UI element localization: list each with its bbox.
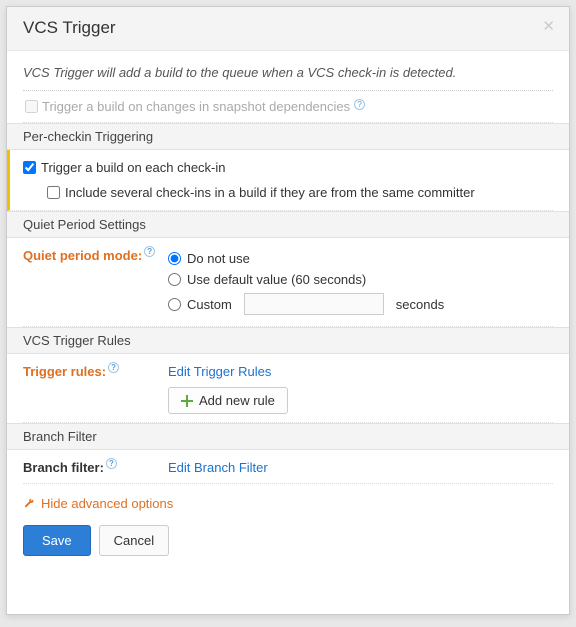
quiet-custom-label: Custom	[187, 297, 232, 312]
build-each-checkin-row: Trigger a build on each check-in	[23, 158, 553, 177]
edit-trigger-rules-link[interactable]: Edit Trigger Rules	[168, 364, 271, 379]
quiet-custom-radio[interactable]	[168, 298, 181, 311]
build-each-checkin-checkbox[interactable]	[23, 161, 36, 174]
close-icon[interactable]: ✕	[542, 19, 555, 34]
dialog-body: VCS Trigger will add a build to the queu…	[7, 51, 569, 525]
cancel-button[interactable]: Cancel	[99, 525, 169, 556]
vcs-trigger-dialog: VCS Trigger ✕ VCS Trigger will add a bui…	[6, 6, 570, 615]
trigger-rules-control: Edit Trigger Rules Add new rule	[168, 364, 553, 414]
include-several-row: Include several check-ins in a build if …	[23, 183, 553, 202]
quiet-period-label: Quiet period mode: ?	[23, 248, 168, 263]
quiet-default-radio[interactable]	[168, 273, 181, 286]
help-icon[interactable]: ?	[354, 99, 365, 110]
dialog-title: VCS Trigger	[23, 18, 116, 37]
quiet-custom-input[interactable]	[244, 293, 384, 315]
quiet-custom-suffix: seconds	[396, 297, 444, 312]
snapshot-deps-checkbox	[25, 100, 38, 113]
include-several-label: Include several check-ins in a build if …	[65, 185, 475, 200]
per-checkin-block: Trigger a build on each check-in Include…	[7, 150, 553, 211]
branch-filter-row: Branch filter: ? Edit Branch Filter	[23, 450, 553, 484]
dialog-header: VCS Trigger ✕	[7, 7, 569, 51]
help-icon[interactable]: ?	[108, 362, 119, 373]
intro-text: VCS Trigger will add a build to the queu…	[23, 65, 553, 91]
advanced-options-toggle[interactable]: Hide advanced options	[23, 484, 553, 525]
plus-icon	[181, 395, 193, 407]
branch-filter-header: Branch Filter	[7, 423, 569, 450]
quiet-period-header: Quiet Period Settings	[7, 211, 569, 238]
wrench-icon	[23, 498, 35, 510]
add-new-rule-button[interactable]: Add new rule	[168, 387, 288, 414]
trigger-rules-label: Trigger rules: ?	[23, 364, 168, 379]
quiet-default-row: Use default value (60 seconds)	[168, 269, 553, 290]
quiet-custom-row: Custom seconds	[168, 290, 553, 318]
build-each-checkin-label: Trigger a build on each check-in	[41, 160, 226, 175]
help-icon[interactable]: ?	[106, 458, 117, 469]
trigger-rules-header: VCS Trigger Rules	[7, 327, 569, 354]
save-button[interactable]: Save	[23, 525, 91, 556]
quiet-period-row: Quiet period mode: ? Do not use Use defa…	[23, 238, 553, 327]
quiet-do-not-use-radio[interactable]	[168, 252, 181, 265]
help-icon[interactable]: ?	[144, 246, 155, 257]
per-checkin-header: Per-checkin Triggering	[7, 123, 569, 150]
trigger-rules-row: Trigger rules: ? Edit Trigger Rules Add …	[23, 354, 553, 423]
quiet-default-label: Use default value (60 seconds)	[187, 272, 366, 287]
snapshot-deps-label: Trigger a build on changes in snapshot d…	[42, 99, 350, 114]
edit-branch-filter-link[interactable]: Edit Branch Filter	[168, 460, 268, 475]
add-new-rule-label: Add new rule	[199, 393, 275, 408]
quiet-do-not-use-label: Do not use	[187, 251, 250, 266]
advanced-options-label: Hide advanced options	[41, 496, 173, 511]
branch-filter-control: Edit Branch Filter	[168, 460, 553, 475]
branch-filter-label: Branch filter: ?	[23, 460, 168, 475]
quiet-do-not-use-row: Do not use	[168, 248, 553, 269]
include-several-checkbox[interactable]	[47, 186, 60, 199]
dialog-footer: Save Cancel	[7, 525, 569, 572]
quiet-period-options: Do not use Use default value (60 seconds…	[168, 248, 553, 318]
snapshot-deps-row: Trigger a build on changes in snapshot d…	[23, 91, 553, 123]
